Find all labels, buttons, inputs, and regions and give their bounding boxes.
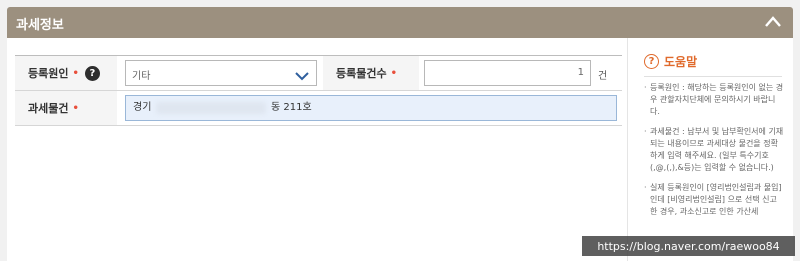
- help-title-text: 도움말: [664, 55, 698, 69]
- help-tip: 과세물건 : 납부서 및 납부확인서에 기재되는 내용이므로 과세대상 물건을 …: [644, 126, 784, 174]
- chevron-down-icon: [294, 67, 310, 86]
- section-content: 등록원인 • ? 기타 등록물건수 • 1 건 과세물건 • 경기 동 211호…: [7, 38, 793, 261]
- help-tips: 등록원인 : 해당하는 등록원인이 없는 경우 관할자치단체에 문의하시기 바랍…: [644, 82, 784, 226]
- section-title: 과세정보: [16, 18, 64, 33]
- reg-reason-select-value: 기타: [132, 71, 151, 82]
- help-panel: ? 도움말 등록원인 : 해당하는 등록원인이 없는 경우 관할자치단체에 문의…: [627, 38, 793, 261]
- reg-count-unit: 건: [598, 71, 608, 82]
- help-tip: 실제 등록원인이 [영리법인설립과 물입] 인데 [비영리법인설립] 으로 선택…: [644, 182, 784, 218]
- chevron-up-icon[interactable]: [763, 13, 783, 31]
- form-row-registration: 등록원인 • ? 기타 등록물건수 • 1 건: [15, 56, 622, 91]
- tax-item-label: 과세물건: [28, 102, 69, 115]
- reg-reason-label-cell: 등록원인 • ?: [15, 56, 117, 90]
- required-mark: •: [390, 67, 398, 79]
- reg-reason-select[interactable]: 기타: [125, 60, 317, 86]
- section-header: 과세정보: [7, 7, 793, 38]
- help-title: ? 도움말: [644, 53, 697, 70]
- tax-info-panel: 과세정보 등록원인 • ? 기타 등록물건수 • 1 건 과세물건 • 경기 동…: [0, 0, 800, 261]
- reg-count-label-cell: 등록물건수 •: [323, 56, 419, 90]
- reg-count-input[interactable]: 1: [424, 60, 591, 86]
- address-prefix: 경기: [133, 102, 152, 113]
- blog-watermark: https://blog.naver.com/raewoo84: [582, 236, 795, 256]
- form-row-tax-item: 과세물건 • 경기 동 211호: [15, 91, 622, 126]
- form-table: 등록원인 • ? 기타 등록물건수 • 1 건 과세물건 • 경기 동 211호: [15, 55, 622, 126]
- required-mark: •: [72, 102, 79, 114]
- help-tip: 등록원인 : 해당하는 등록원인이 없는 경우 관할자치단체에 문의하시기 바랍…: [644, 82, 784, 118]
- address-suffix: 동 211호: [271, 102, 312, 113]
- help-question-icon[interactable]: ?: [84, 65, 100, 81]
- tax-item-label-cell: 과세물건 •: [15, 91, 117, 125]
- help-divider: [644, 76, 782, 77]
- help-circle-icon: ?: [644, 54, 659, 69]
- reg-count-label: 등록물건수: [336, 67, 387, 80]
- tax-item-address-input[interactable]: 경기 동 211호: [125, 95, 617, 121]
- reg-reason-label: 등록원인: [28, 67, 69, 80]
- address-redacted-blur: [156, 102, 266, 114]
- required-mark: •: [72, 67, 79, 79]
